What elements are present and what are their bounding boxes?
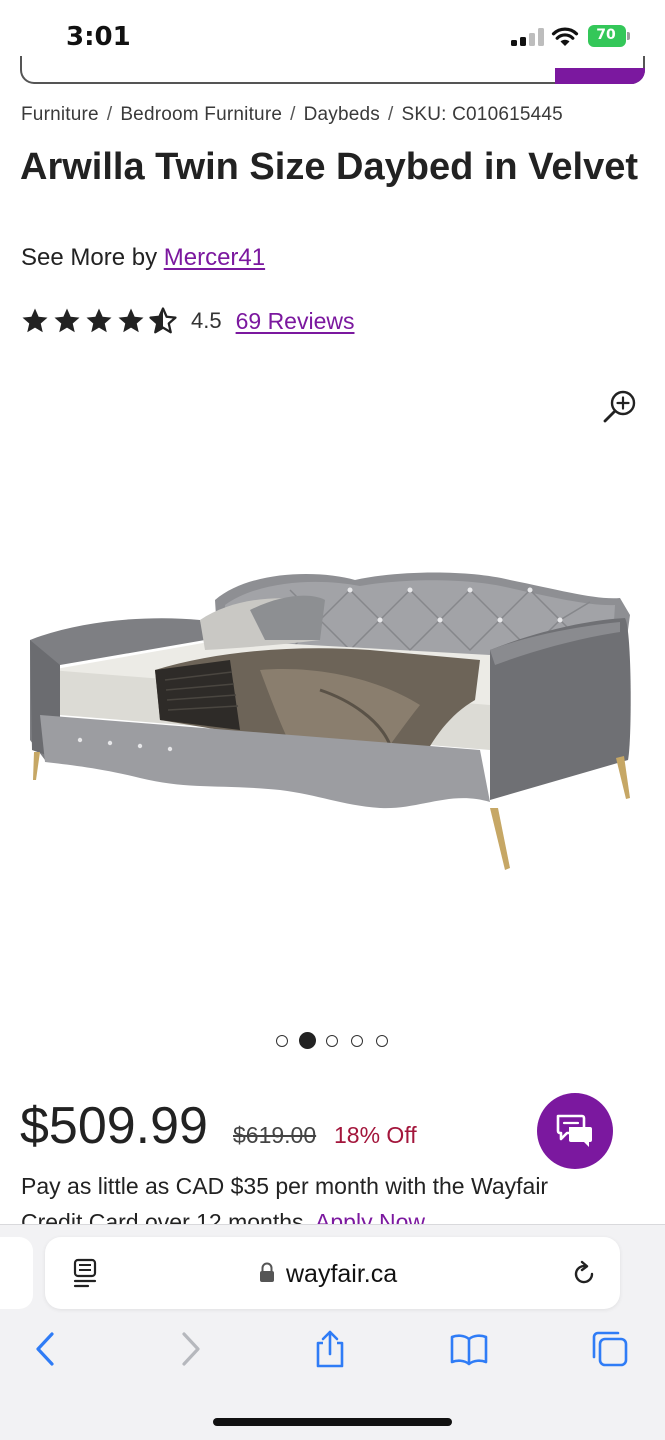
share-icon[interactable]: [310, 1329, 350, 1369]
breadcrumb-furniture[interactable]: Furniture: [21, 104, 99, 125]
brand-link[interactable]: Mercer41: [164, 244, 265, 271]
gallery-pagination: [0, 1031, 665, 1051]
financing-text-continued: Credit Card over 12 months. Apply Now: [21, 1209, 425, 1225]
breadcrumb-sku: SKU: C010615445: [401, 104, 563, 125]
rating-value: 4.5: [191, 308, 222, 333]
wifi-icon: [551, 27, 579, 46]
back-icon[interactable]: [26, 1329, 66, 1369]
home-indicator: [213, 1418, 452, 1426]
star-half-icon: [149, 307, 177, 334]
chat-button[interactable]: [537, 1093, 613, 1169]
rating-row: 4.5 69 Reviews: [20, 305, 354, 337]
previous-tab-preview[interactable]: [0, 1237, 33, 1309]
gallery-dot[interactable]: [376, 1035, 388, 1047]
rating-stars: [20, 306, 178, 336]
search-button[interactable]: [555, 68, 645, 84]
breadcrumb-separator: /: [106, 104, 113, 125]
reload-icon[interactable]: [570, 1260, 598, 1288]
breadcrumb-daybeds[interactable]: Daybeds: [304, 104, 380, 125]
cellular-signal-icon: [511, 28, 545, 46]
product-image[interactable]: [20, 540, 645, 880]
breadcrumb-separator: /: [290, 104, 296, 125]
reader-mode-icon[interactable]: [72, 1258, 98, 1288]
breadcrumb-bedroom-furniture[interactable]: Bedroom Furniture: [120, 104, 282, 125]
financing-text-tail: Credit Card over 12 months.: [21, 1209, 310, 1225]
star-full-icon: [54, 308, 80, 333]
search-bar[interactable]: [20, 56, 645, 84]
reviews-link[interactable]: 69 Reviews: [236, 308, 355, 335]
chat-icon: [556, 1114, 592, 1147]
sale-price: $509.99: [20, 1097, 208, 1155]
original-price: $619.00: [233, 1122, 317, 1148]
breadcrumb: Furniture / Bedroom Furniture / Daybeds / SKU:…: [21, 104, 563, 126]
gallery-dot[interactable]: [351, 1035, 363, 1047]
gallery-dot[interactable]: [326, 1035, 338, 1047]
zoom-in-icon[interactable]: [602, 388, 638, 424]
forward-icon[interactable]: [170, 1329, 210, 1369]
battery-icon: 70: [588, 25, 630, 47]
discount-badge: 18% Off: [334, 1122, 417, 1148]
gallery-dot[interactable]: [276, 1035, 288, 1047]
breadcrumb-separator: /: [388, 104, 394, 125]
see-more-by: See More by Mercer41: [21, 244, 265, 272]
star-full-icon: [86, 308, 112, 333]
star-full-icon: [22, 308, 48, 333]
status-time: 3:01: [66, 22, 131, 52]
star-full-icon: [118, 308, 144, 333]
tabs-icon[interactable]: [590, 1329, 630, 1369]
lock-icon: [260, 1262, 274, 1282]
bookmarks-icon[interactable]: [449, 1329, 489, 1369]
apply-now-link[interactable]: Apply Now: [315, 1209, 425, 1225]
gallery-dot-active[interactable]: [298, 1032, 316, 1049]
product-title: Arwilla Twin Size Daybed in Velvet: [20, 146, 639, 188]
url-text[interactable]: wayfair.ca: [286, 1260, 397, 1289]
battery-level: 70: [596, 27, 616, 43]
see-more-label: See More by: [21, 244, 164, 271]
financing-text: Pay as little as CAD $35 per month with …: [21, 1173, 549, 1199]
